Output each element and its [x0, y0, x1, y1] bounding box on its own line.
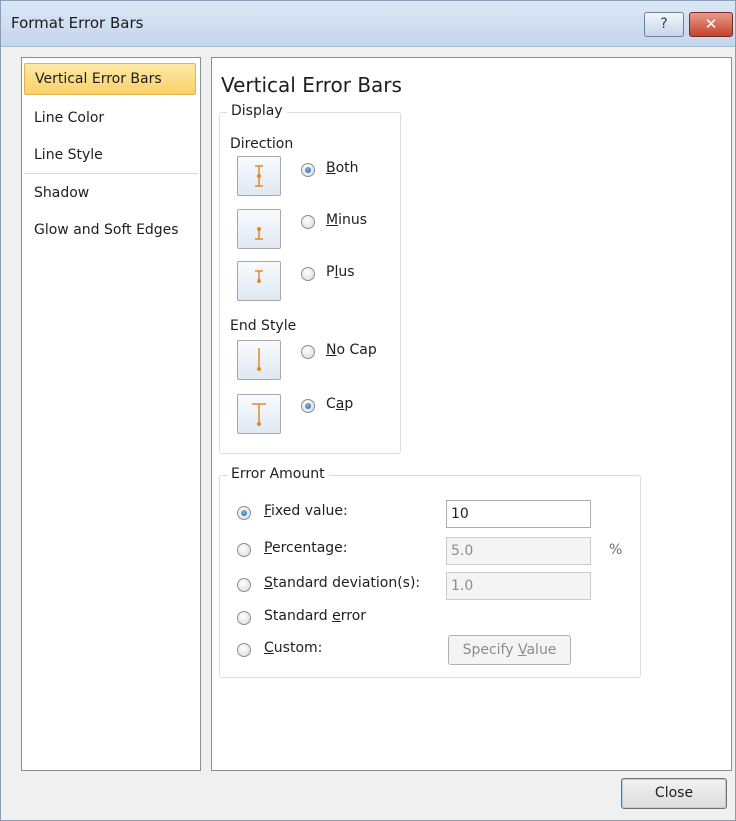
direction-both-radio[interactable] — [301, 163, 315, 177]
percentage-radio[interactable] — [237, 543, 251, 557]
direction-minus-label[interactable]: Minus — [326, 212, 367, 228]
category-list: Vertical Error Bars Line Color Line Styl… — [21, 57, 201, 771]
window-close-button[interactable]: ✕ — [689, 12, 733, 37]
nav-item-vertical-error-bars[interactable]: Vertical Error Bars — [24, 63, 196, 95]
cap-icon[interactable] — [237, 394, 281, 434]
direction-label: Direction — [230, 136, 294, 152]
close-button[interactable]: Close — [621, 778, 727, 809]
end-style-cap-label[interactable]: Cap — [326, 396, 353, 412]
nav-item-glow-soft-edges[interactable]: Glow and Soft Edges — [22, 214, 200, 246]
page-title: Vertical Error Bars — [221, 73, 402, 97]
fixed-value-radio[interactable] — [237, 506, 251, 520]
end-style-cap-radio[interactable] — [301, 399, 315, 413]
stddev-label[interactable]: Standard deviation(s): — [264, 575, 420, 591]
nav-item-shadow[interactable]: Shadow — [22, 177, 200, 209]
end-style-label: End Style — [230, 318, 297, 334]
specify-value-button[interactable]: Specify Value — [448, 635, 571, 665]
end-style-no-cap-radio[interactable] — [301, 345, 315, 359]
nav-item-line-color[interactable]: Line Color — [22, 102, 200, 134]
window-title: Format Error Bars — [11, 14, 144, 32]
display-group-label: Display — [227, 103, 287, 119]
percent-unit-label: % — [609, 542, 623, 558]
end-style-no-cap-label[interactable]: No Cap — [326, 342, 377, 358]
stderr-radio[interactable] — [237, 611, 251, 625]
direction-plus-radio[interactable] — [301, 267, 315, 281]
custom-label[interactable]: Custom: — [264, 640, 322, 656]
help-icon: ? — [660, 16, 668, 32]
close-icon: ✕ — [704, 15, 718, 33]
no-cap-icon[interactable] — [237, 340, 281, 380]
minus-bar-icon[interactable] — [237, 209, 281, 249]
both-bar-icon[interactable] — [237, 156, 281, 196]
help-button[interactable]: ? — [644, 12, 684, 37]
stddev-input[interactable]: 1.0 — [446, 572, 591, 600]
nav-divider — [24, 173, 198, 174]
stddev-radio[interactable] — [237, 578, 251, 592]
fixed-value-input[interactable]: 10 — [446, 500, 591, 528]
plus-bar-icon[interactable] — [237, 261, 281, 301]
direction-plus-label[interactable]: Plus — [326, 264, 355, 280]
percentage-label[interactable]: Percentage: — [264, 540, 347, 556]
title-bar: Format Error Bars ? ✕ — [1, 1, 735, 47]
direction-both-label[interactable]: Both — [326, 160, 359, 176]
percentage-input[interactable]: 5.0 — [446, 537, 591, 565]
settings-panel: Vertical Error Bars Display Direction Bo… — [211, 57, 732, 771]
error-amount-group: Error Amount Fixed value: 10 Percentage:… — [219, 466, 641, 678]
custom-radio[interactable] — [237, 643, 251, 657]
fixed-value-label[interactable]: Fixed value: — [264, 503, 348, 519]
error-amount-group-label: Error Amount — [227, 466, 329, 482]
direction-minus-radio[interactable] — [301, 215, 315, 229]
display-group: Display Direction Both Minus Plus End St… — [219, 103, 401, 454]
format-error-bars-dialog: Format Error Bars ? ✕ Vertical Error Bar… — [0, 0, 736, 821]
stderr-label[interactable]: Standard error — [264, 608, 366, 624]
nav-item-line-style[interactable]: Line Style — [22, 139, 200, 171]
